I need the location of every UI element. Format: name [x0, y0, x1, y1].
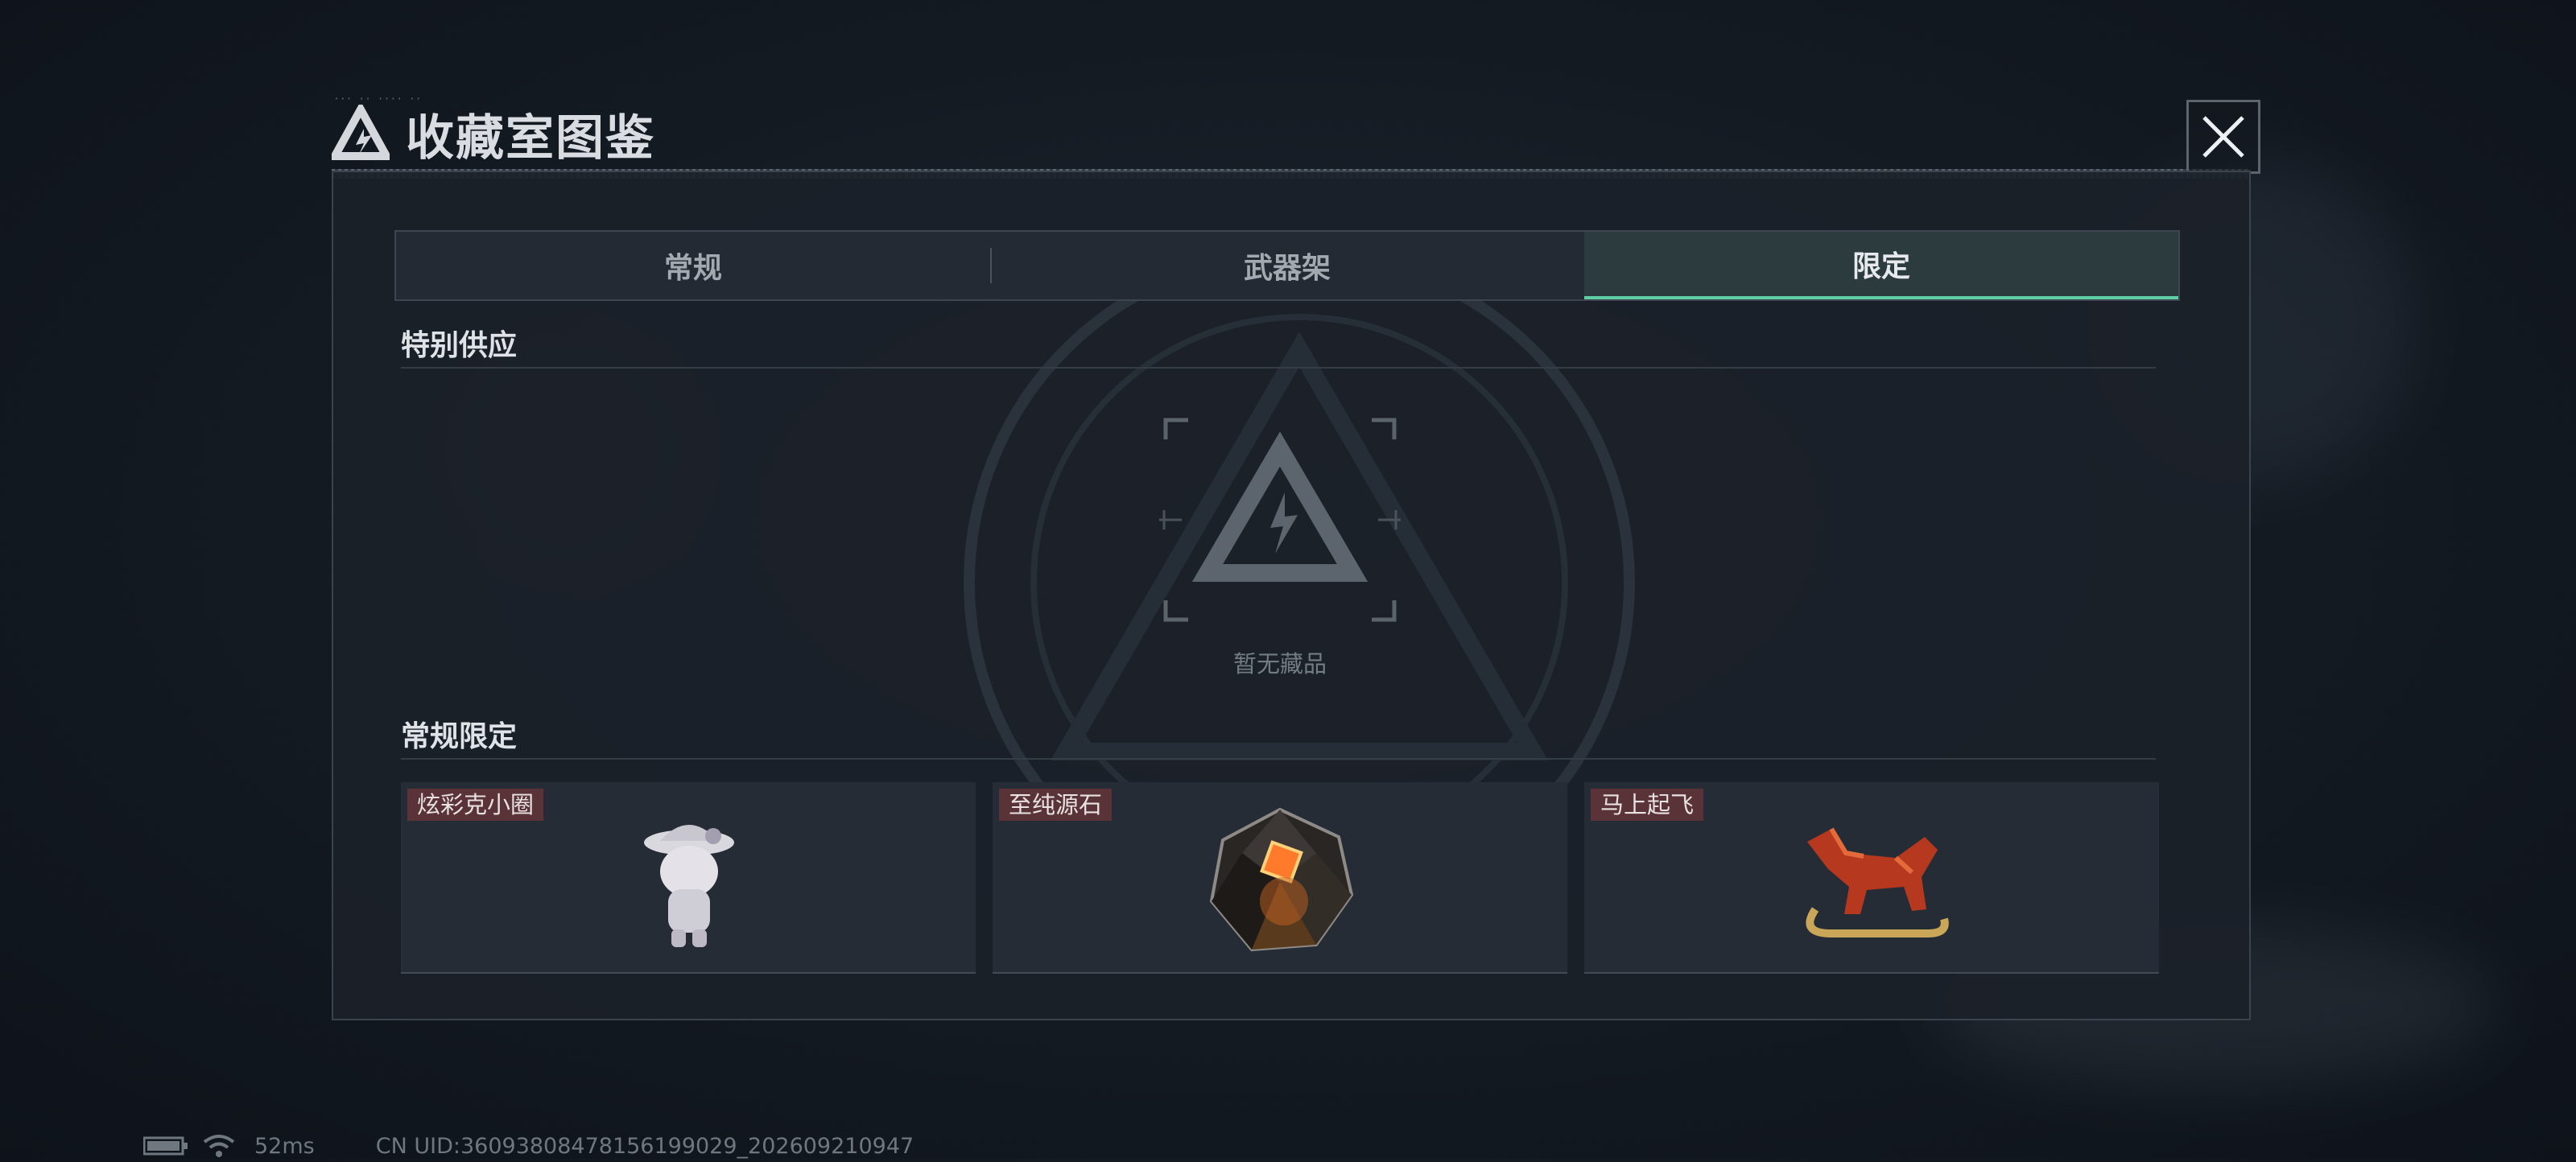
- ping-text: 52ms: [254, 1133, 315, 1159]
- originium-crystal-icon: [1209, 807, 1354, 952]
- section-title-regular: 常规限定: [401, 720, 518, 753]
- empty-collection-icon: [1159, 418, 1401, 622]
- collection-item-card[interactable]: 至纯源石: [993, 782, 1567, 974]
- window-header: 收藏室图鉴: [332, 95, 655, 172]
- figurine-icon: [644, 825, 734, 947]
- wifi-icon: [203, 1135, 235, 1157]
- window-title: 收藏室图鉴: [406, 109, 655, 167]
- close-button[interactable]: [2186, 100, 2260, 174]
- logo-icon: [332, 105, 390, 160]
- battery-icon: [143, 1136, 188, 1156]
- tab-weapon-rack[interactable]: 武器架: [990, 232, 1584, 299]
- status-bar: 52ms CN UID:3609380847815619902​9_202609…: [143, 1130, 914, 1162]
- section-divider: [401, 758, 2156, 760]
- section-title-special: 特别供应: [401, 329, 518, 362]
- collection-item-card[interactable]: 炫彩克小圈: [401, 782, 976, 974]
- tab-regular[interactable]: 常规: [396, 232, 990, 299]
- category-tabs: 常规 武器架 限定: [394, 230, 2180, 301]
- uid-text: CN UID:3609380847815619902​9_20260921094…: [375, 1133, 914, 1159]
- tab-limited[interactable]: 限定: [1584, 232, 2178, 299]
- collection-item-card[interactable]: 马上起飞: [1584, 782, 2159, 974]
- red-horse-statue-icon: [1806, 827, 1949, 937]
- section-divider: [401, 367, 2156, 369]
- empty-state-text: 暂无藏品: [1232, 650, 1327, 678]
- close-icon: [2202, 116, 2244, 158]
